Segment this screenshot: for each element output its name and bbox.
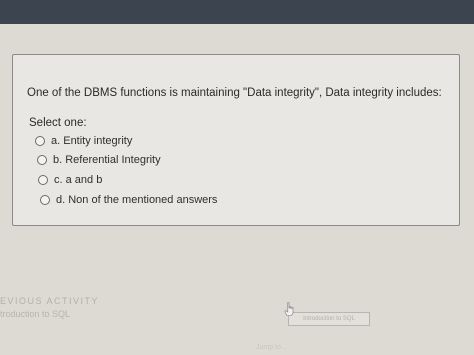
previous-activity-heading: EVIOUS ACTIVITY — [0, 296, 100, 306]
radio-button-c[interactable] — [38, 175, 48, 185]
radio-button-a[interactable] — [35, 136, 45, 146]
answer-option-label: a. Entity integrity — [51, 135, 133, 147]
answer-option-label: c. a and b — [54, 174, 103, 186]
jump-to-label: Jump to... — [256, 344, 287, 351]
answer-option-c[interactable]: c. a and b — [38, 174, 102, 186]
radio-button-d[interactable] — [40, 195, 50, 205]
answer-option-d[interactable]: d. Non of the mentioned answers — [40, 194, 217, 206]
question-text: One of the DBMS functions is maintaining… — [27, 87, 442, 99]
previous-activity-link[interactable]: troduction to SQL — [0, 309, 70, 319]
select-one-label: Select one: — [29, 117, 87, 129]
radio-button-b[interactable] — [37, 155, 47, 165]
activity-jump-dropdown[interactable]: Introduction to SQL — [288, 312, 370, 326]
answer-option-label: b. Referential Integrity — [53, 154, 161, 166]
hand-cursor-icon — [284, 302, 294, 316]
question-card: One of the DBMS functions is maintaining… — [12, 54, 460, 226]
activity-jump-dropdown-value: Introduction to SQL — [303, 316, 355, 322]
answer-option-label: d. Non of the mentioned answers — [56, 194, 218, 206]
answer-option-b[interactable]: b. Referential Integrity — [37, 154, 161, 166]
answer-option-a[interactable]: a. Entity integrity — [35, 135, 132, 147]
page-header-banner — [0, 0, 474, 24]
page-content: One of the DBMS functions is maintaining… — [0, 24, 474, 355]
